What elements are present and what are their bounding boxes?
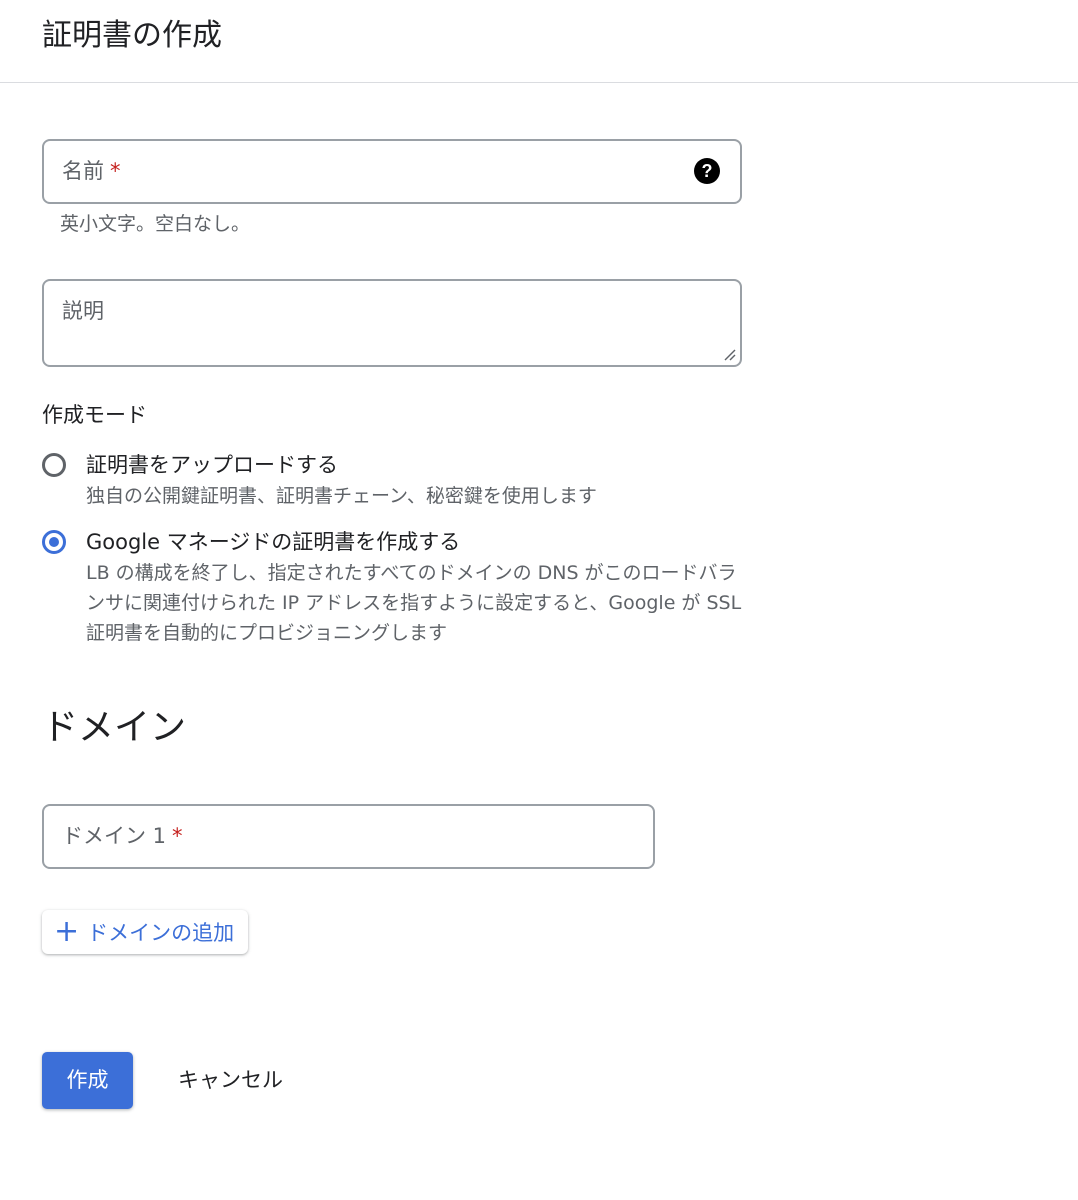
- plus-icon: +: [54, 914, 80, 949]
- resize-handle-icon[interactable]: [722, 347, 736, 361]
- radio-button-google-managed[interactable]: [42, 530, 66, 554]
- add-domain-button-label: ドメインの追加: [87, 921, 235, 945]
- name-field-hint: 英小文字。空白なし。: [60, 213, 251, 235]
- add-domain-button[interactable]: + ドメインの追加: [42, 910, 249, 954]
- required-mark: *: [172, 824, 183, 848]
- domain-1-field[interactable]: ドメイン 1 *: [42, 804, 655, 869]
- creation-mode-label: 作成モード: [42, 403, 147, 427]
- radio-option-upload-title: 証明書をアップロードする: [86, 453, 338, 477]
- cancel-button[interactable]: キャンセル: [160, 1052, 301, 1109]
- name-field-label-text: 名前: [62, 159, 104, 183]
- radio-option-upload-description: 独自の公開鍵証明書、証明書チェーン、秘密鍵を使用します: [86, 485, 597, 507]
- help-circle-icon[interactable]: ?: [694, 158, 720, 184]
- description-field[interactable]: 説明: [42, 279, 742, 367]
- create-button[interactable]: 作成: [42, 1052, 133, 1109]
- name-field[interactable]: 名前 * ?: [42, 139, 742, 204]
- radio-option-google-managed-title: Google マネージドの証明書を作成する: [86, 530, 461, 554]
- page-title: 証明書の作成: [42, 18, 222, 53]
- domain-1-field-label-text: ドメイン 1: [62, 824, 167, 848]
- radio-option-google-managed-description: LB の構成を終了し、指定されたすべてのドメインの DNS がこのロードバランサ…: [86, 562, 742, 644]
- domain-1-field-label: ドメイン 1 *: [62, 822, 183, 850]
- required-mark: *: [110, 159, 121, 183]
- radio-button-upload[interactable]: [42, 453, 66, 477]
- description-field-label: 説明: [62, 299, 104, 323]
- domains-heading: ドメイン: [42, 707, 187, 748]
- name-field-label: 名前 *: [62, 157, 121, 185]
- page-header: 証明書の作成: [0, 0, 1078, 83]
